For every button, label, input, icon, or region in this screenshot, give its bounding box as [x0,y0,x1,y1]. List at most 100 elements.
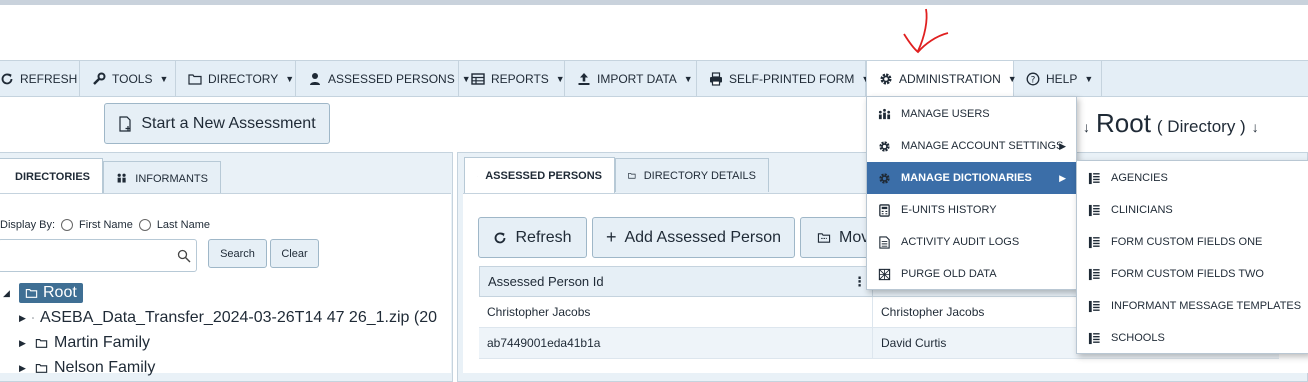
menu-item-e-units-history[interactable]: E-UNITS HISTORY [867,194,1076,226]
expand-triangle-icon[interactable]: ▶ [19,338,29,349]
annotation-arrow-icon [898,6,954,58]
menu-item-label: MANAGE DICTIONARIES [901,172,1032,184]
submenu-item-label: INFORMANT MESSAGE TEMPLATES [1111,300,1301,312]
tab-directory-details[interactable]: DIRECTORY DETAILS [615,158,769,192]
list-icon [1088,268,1101,281]
toolbar-reports-label: REPORTS [491,72,549,86]
list-icon [1088,300,1101,313]
toolbar-self-printed-form-label: SELF-PRINTED FORM [729,72,854,86]
search-input[interactable] [0,239,197,272]
toolbar-import-data[interactable]: IMPORT DATA▼ [565,61,697,96]
menu-item-purge-old-data[interactable]: PURGE OLD DATA [867,258,1076,290]
page-subtitle: ( Directory ) [1157,117,1246,137]
list-icon [1088,172,1101,185]
tree-item[interactable]: ▶ Martin Family [19,334,150,352]
menu-item-manage-users[interactable]: MANAGE USERS [867,98,1076,130]
table-cell: David Curtis [873,336,946,350]
sort-down-icon[interactable]: ↓ [1252,119,1259,135]
toolbar-refresh[interactable]: REFRESH [0,61,80,96]
menu-item-manage-dictionaries[interactable]: MANAGE DICTIONARIES ▶ [867,162,1076,194]
radio-last-name[interactable] [139,219,151,231]
tab-directories[interactable]: DIRECTORIES [0,158,103,195]
toolbar-refresh-label: REFRESH [20,72,77,86]
tab-informants[interactable]: INFORMANTS [103,161,221,195]
menu-item-label: PURGE OLD DATA [901,268,997,280]
menu-item-activity-audit-logs[interactable]: ACTIVITY AUDIT LOGS [867,226,1076,258]
table-icon [471,72,485,86]
radio-first-name[interactable] [61,219,73,231]
wrench-icon [92,72,106,86]
tree-item-label: Nelson Family [54,359,155,377]
page-title: ↓ Root ( Directory ) ↓ [1083,108,1259,139]
column-header-id[interactable]: Assessed Person Id ⋮ [480,267,873,296]
menu-item-label: E-UNITS HISTORY [901,204,997,216]
printer-icon [709,72,723,86]
gear-icon [879,72,893,86]
list-icon [1088,236,1101,249]
folder-icon [628,169,636,182]
chevron-down-icon: ▼ [1084,74,1093,84]
toolbar-self-printed-form[interactable]: SELF-PRINTED FORM▼ [697,61,866,96]
clear-button-label: Clear [281,248,307,260]
column-header-id-label: Assessed Person Id [488,274,604,289]
upload-icon [577,72,591,86]
submenu-item-form-custom-fields-one[interactable]: FORM CUSTOM FIELDS ONE [1077,226,1308,258]
tree-item[interactable]: ▶ ASEBA_Data_Transfer_2024-03-26T14 47 2… [19,309,437,327]
sort-down-icon[interactable]: ↓ [1083,119,1090,135]
toolbar-administration[interactable]: ADMINISTRATION▼ [866,61,1014,96]
refresh-button-label: Refresh [515,229,571,247]
menu-item-label: ACTIVITY AUDIT LOGS [901,236,1019,248]
submenu-item-label: AGENCIES [1111,172,1168,184]
search-button[interactable]: Search [208,239,267,268]
submenu-item-form-custom-fields-two[interactable]: FORM CUSTOM FIELDS TWO [1077,258,1308,290]
people-icon [116,172,127,185]
menu-item-label: MANAGE ACCOUNT SETTINGS [901,140,1063,152]
start-assessment-button[interactable]: Start a New Assessment [104,103,330,144]
refresh-button[interactable]: Refresh [478,217,587,258]
folder-icon [25,287,38,299]
gear-icon [878,172,891,185]
menu-item-manage-account-settings[interactable]: MANAGE ACCOUNT SETTINGS ▶ [867,130,1076,162]
move-button-label: Mov [839,229,869,247]
tree-root[interactable]: ◢ Root [3,283,83,303]
toolbar-directory[interactable]: DIRECTORY▼ [176,61,296,96]
tab-assessed-persons[interactable]: ASSESSED PERSONS [464,157,615,194]
expand-triangle-icon[interactable]: ▶ [19,313,26,324]
toolbar-directory-label: DIRECTORY [208,72,278,86]
tree-root-label: Root [43,284,77,302]
plus-icon: + [606,227,617,248]
submenu-item-agencies[interactable]: AGENCIES [1077,162,1308,194]
refresh-icon [493,231,507,245]
add-assessed-person-button[interactable]: + Add Assessed Person [592,217,795,258]
clear-button[interactable]: Clear [270,239,319,268]
refresh-icon [0,72,14,86]
tree-item[interactable]: ▶ Nelson Family [19,359,155,377]
top-border [0,0,1308,5]
display-by-label: Display By: [0,219,55,231]
toolbar-reports[interactable]: REPORTS ▼ [459,61,565,96]
expand-triangle-icon[interactable]: ▶ [19,363,29,374]
toolbar-tools-label: TOOLS [112,72,152,86]
gear-icon [878,140,891,153]
grid-icon [878,268,891,281]
submenu-item-clinicians[interactable]: CLINICIANS [1077,194,1308,226]
chevron-down-icon: ▼ [556,74,565,84]
toolbar-tools[interactable]: TOOLS ▼ [80,61,176,96]
toolbar-help[interactable]: ? HELP▼ [1014,61,1102,96]
submenu-item-informant-message-templates[interactable]: INFORMANT MESSAGE TEMPLATES [1077,290,1308,322]
tree-root-badge[interactable]: Root [19,283,83,303]
column-menu-icon[interactable]: ⋮ [853,274,866,290]
table-cell: ab7449001eda41b1a [479,328,873,358]
dictionaries-submenu: AGENCIES CLINICIANS FORM CUSTOM FIELDS O… [1076,160,1308,354]
users-icon [878,108,891,121]
submenu-item-schools[interactable]: SCHOOLS [1077,322,1308,354]
submenu-item-label: SCHOOLS [1111,332,1165,344]
chevron-down-icon: ▼ [159,74,168,84]
expand-triangle-icon[interactable]: ◢ [3,288,13,299]
toolbar-assessed-persons[interactable]: ASSESSED PERSONS▼ [296,61,459,96]
list-icon [1088,332,1101,345]
move-folder-icon [817,231,831,244]
submenu-item-label: CLINICIANS [1111,204,1173,216]
search-icon [177,249,191,263]
tab-assessed-persons-label: ASSESSED PERSONS [485,170,602,182]
